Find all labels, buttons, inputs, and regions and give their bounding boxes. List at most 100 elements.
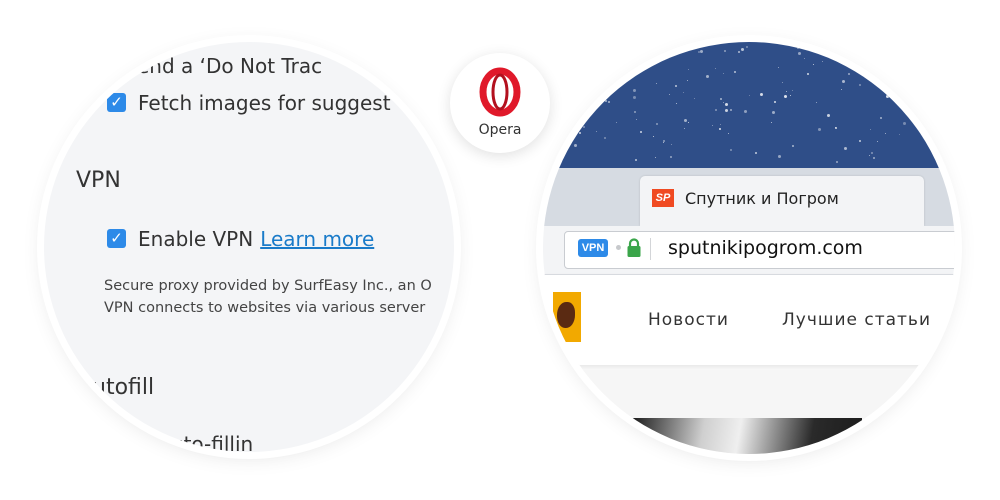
- url-text[interactable]: sputnikipogrom.com: [668, 237, 863, 259]
- star-speck: [698, 51, 700, 53]
- nav-item-news[interactable]: Новости: [648, 310, 729, 330]
- star-speck: [608, 101, 610, 103]
- star-speck: [720, 124, 721, 125]
- star-speck: [602, 61, 604, 63]
- star-speck: [778, 155, 781, 158]
- separator-dot-icon: [616, 245, 621, 250]
- star-speck: [738, 51, 740, 53]
- star-speck: [655, 157, 656, 158]
- star-speck: [656, 123, 658, 125]
- autofill-section-heading: utofill: [92, 375, 155, 400]
- star-speck: [663, 142, 664, 143]
- star-speck: [614, 90, 615, 91]
- star-speck: [835, 42, 837, 43]
- learn-more-link[interactable]: Learn more: [260, 227, 374, 251]
- star-speck: [948, 118, 950, 120]
- star-speck: [616, 122, 617, 123]
- star-speck: [602, 85, 604, 87]
- star-speck: [734, 71, 736, 73]
- star-speck: [548, 107, 549, 108]
- star-speck: [579, 132, 581, 134]
- star-speck: [688, 122, 689, 123]
- star-speck: [683, 92, 684, 93]
- star-speck: [640, 131, 642, 133]
- star-speck: [790, 95, 791, 96]
- star-speck: [669, 94, 670, 95]
- star-speck: [574, 144, 577, 147]
- star-speck: [724, 50, 726, 52]
- vpn-description-line2: VPN connects to websites via various ser…: [104, 300, 426, 316]
- star-speck: [760, 93, 763, 96]
- star-speck: [712, 125, 713, 126]
- star-speck: [723, 102, 724, 103]
- star-speck: [848, 73, 850, 75]
- star-speck: [670, 156, 672, 158]
- star-speck: [928, 63, 930, 65]
- star-speck: [604, 137, 606, 139]
- browser-window: SP Спутник и Погром VPN sputnikipogrom.c…: [543, 42, 955, 454]
- star-speck: [634, 111, 636, 113]
- settings-magnifier: end a ‘Do Not Trac ✓ Fetch images for su…: [44, 42, 454, 452]
- star-speck: [859, 84, 861, 86]
- star-speck: [951, 96, 952, 97]
- star-speck: [616, 77, 618, 79]
- vpn-badge-button[interactable]: VPN: [578, 239, 608, 257]
- article-photo[interactable]: [632, 418, 862, 454]
- star-speck: [844, 147, 847, 150]
- star-speck: [755, 152, 757, 154]
- star-speck: [719, 128, 721, 130]
- starry-wallpaper: [543, 42, 955, 168]
- star-speck: [784, 95, 787, 98]
- enable-vpn-row: Enable VPN Learn more: [138, 227, 374, 251]
- enable-vpn-checkbox[interactable]: ✓: [107, 229, 126, 248]
- star-speck: [827, 114, 830, 117]
- star-speck: [579, 56, 582, 59]
- star-speck: [574, 48, 576, 50]
- star-speck: [585, 100, 587, 102]
- star-speck: [918, 127, 920, 129]
- star-speck: [797, 47, 799, 49]
- star-speck: [869, 155, 870, 156]
- fetch-images-checkbox[interactable]: ✓: [107, 93, 126, 112]
- opera-logo-icon: [479, 67, 521, 117]
- star-speck: [582, 91, 583, 92]
- star-speck: [899, 134, 900, 135]
- star-speck: [786, 91, 787, 92]
- opera-brand-name: Opera: [478, 122, 522, 138]
- site-logo[interactable]: [553, 292, 581, 342]
- star-speck: [870, 129, 871, 130]
- nav-item-best-articles[interactable]: Лучшие статьи: [782, 310, 931, 330]
- star-speck: [798, 52, 801, 55]
- do-not-track-label: end a ‘Do Not Trac: [137, 54, 323, 78]
- star-speck: [782, 82, 783, 83]
- star-speck: [871, 152, 873, 154]
- star-speck: [813, 64, 814, 65]
- secure-lock-icon[interactable]: [626, 238, 642, 258]
- star-speck: [877, 141, 878, 142]
- star-speck: [841, 89, 842, 90]
- star-speck: [730, 109, 732, 111]
- star-speck: [588, 112, 590, 114]
- star-speck: [678, 43, 681, 46]
- star-speck: [844, 53, 845, 54]
- star-speck: [579, 114, 580, 115]
- star-speck: [792, 145, 794, 147]
- star-speck: [653, 136, 654, 137]
- star-speck: [605, 100, 607, 102]
- star-speck: [675, 85, 677, 87]
- star-speck: [903, 122, 906, 125]
- star-speck: [596, 131, 597, 132]
- star-speck: [635, 159, 637, 161]
- autofill-option-label: e auto-fillin: [140, 432, 254, 452]
- star-speck: [804, 58, 805, 59]
- star-speck: [744, 110, 747, 113]
- star-speck: [870, 61, 871, 62]
- star-speck: [822, 61, 823, 62]
- star-speck: [741, 48, 744, 51]
- star-speck: [656, 83, 657, 84]
- star-speck: [919, 115, 920, 116]
- star-speck: [730, 149, 732, 151]
- star-speck: [885, 133, 886, 134]
- star-speck: [816, 102, 817, 103]
- star-speck: [880, 117, 882, 119]
